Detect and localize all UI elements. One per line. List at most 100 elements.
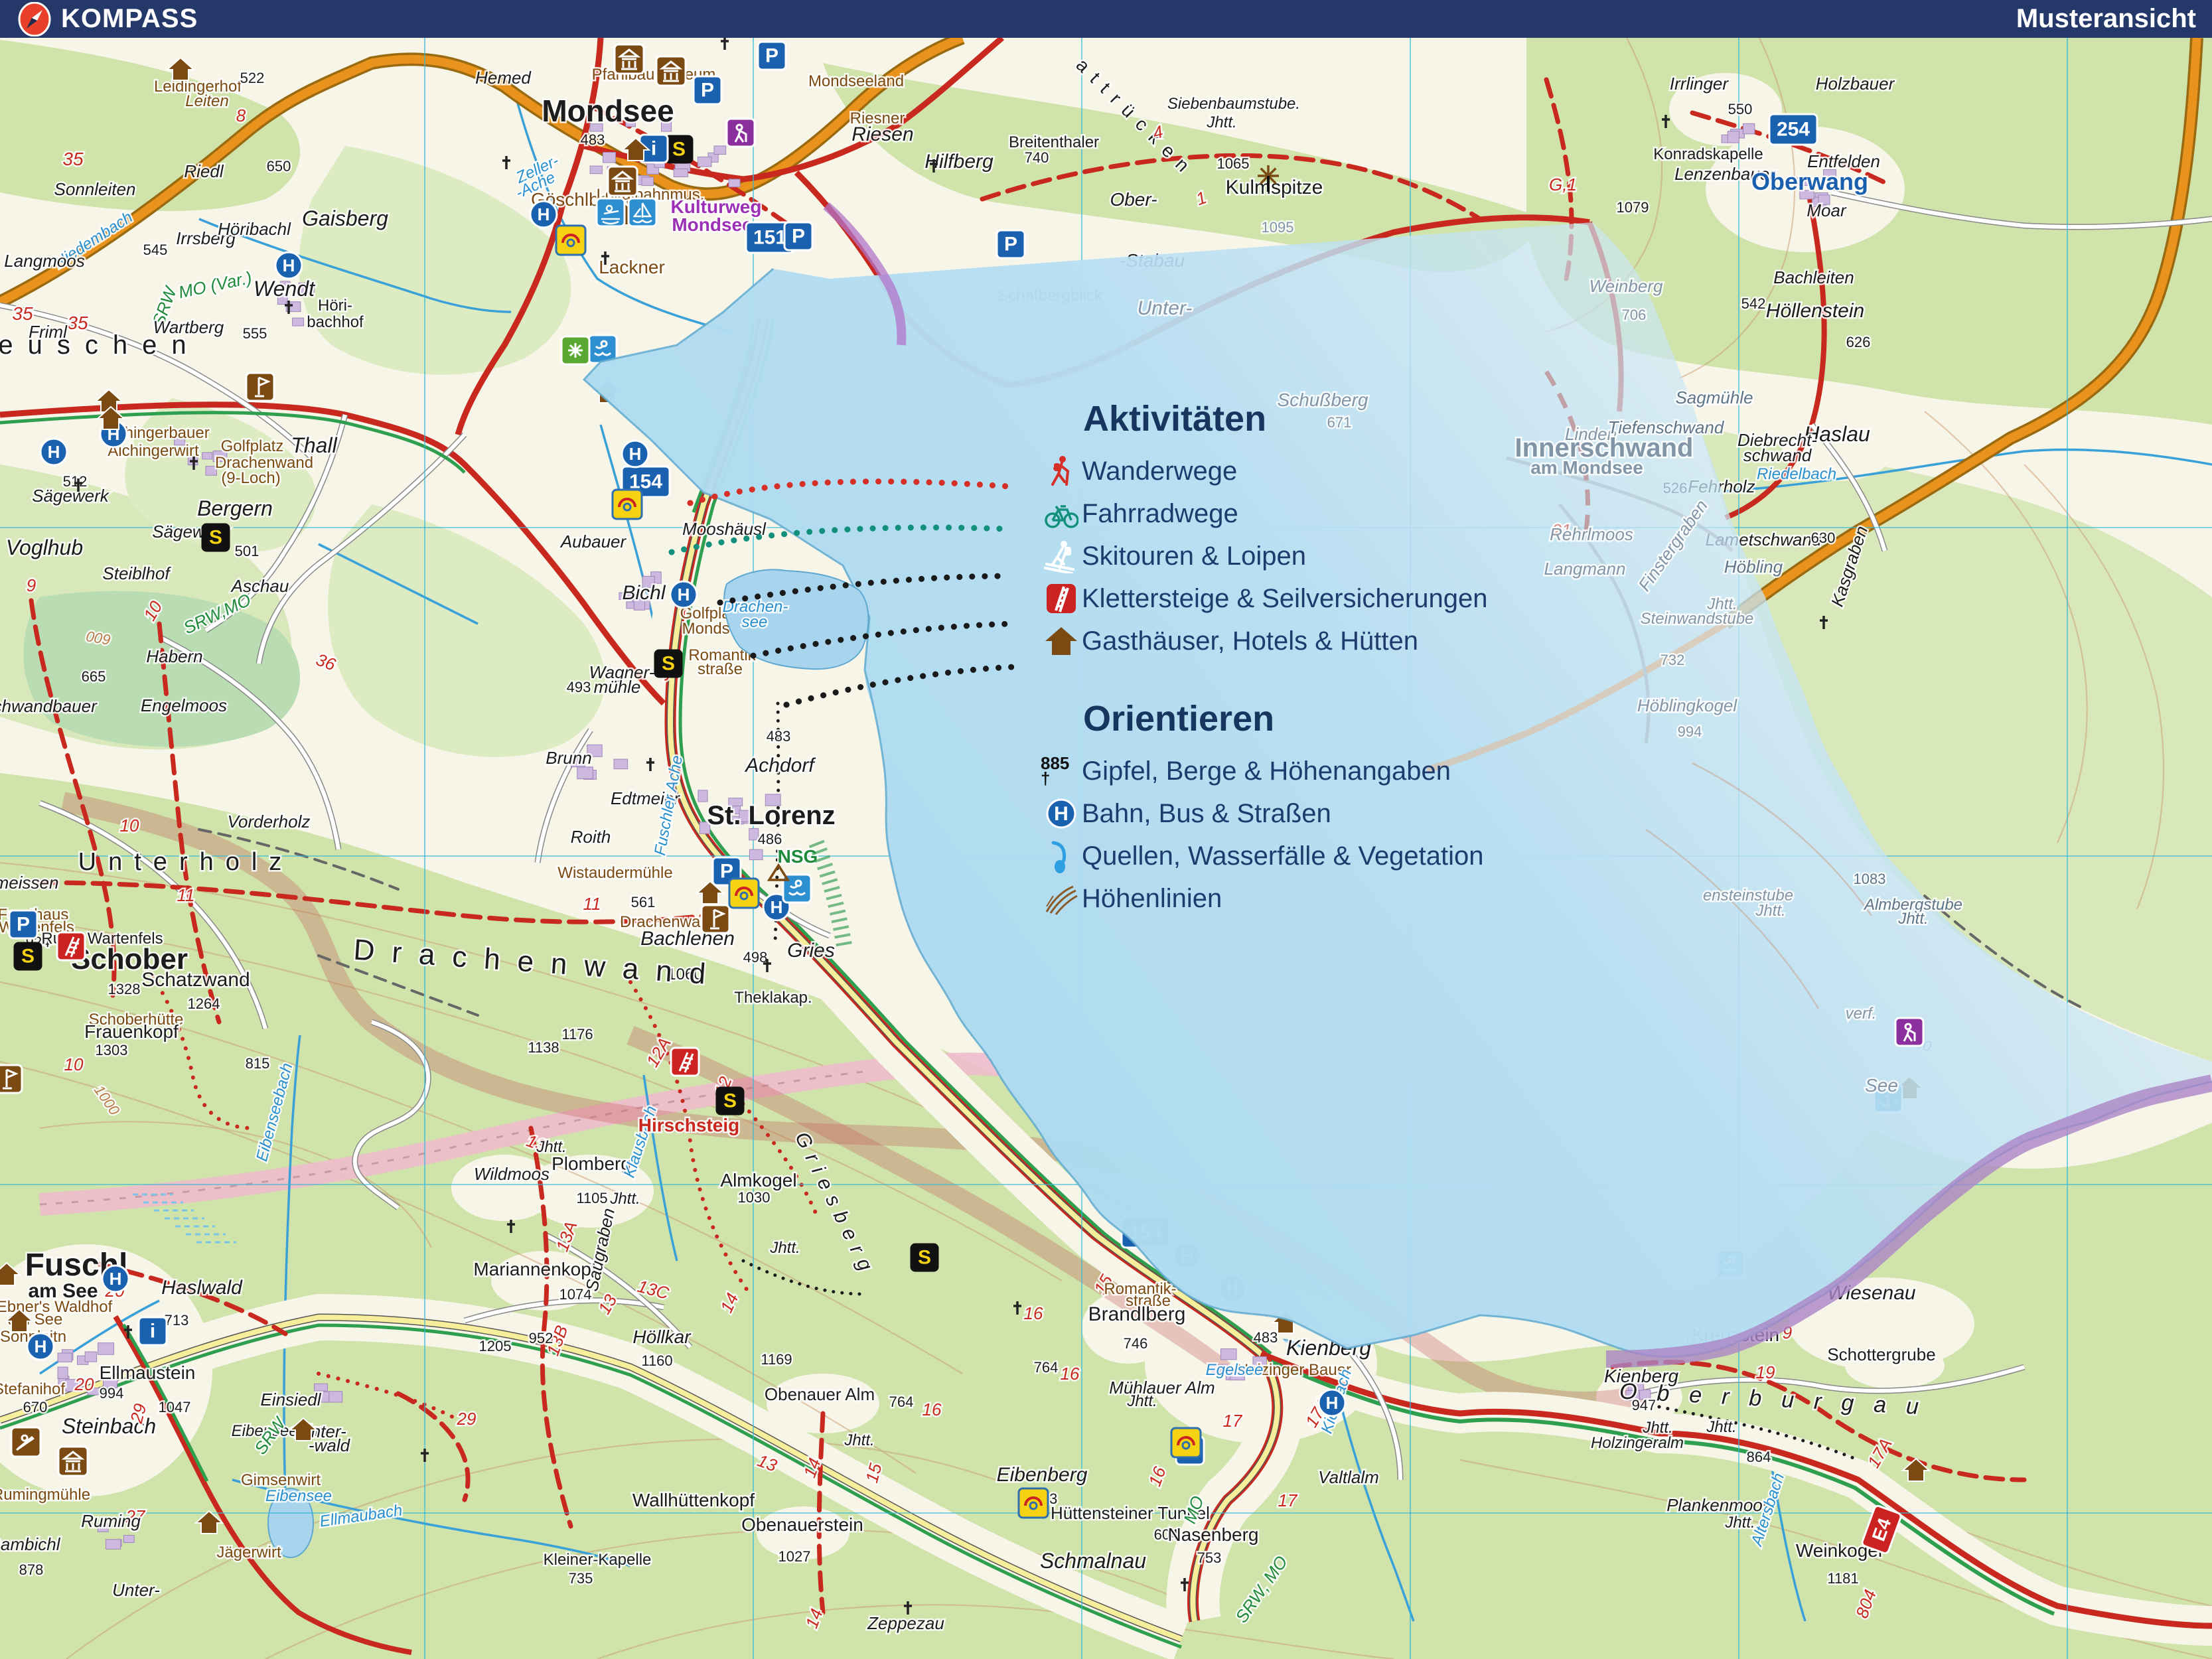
svg-text:P: P [701, 80, 714, 102]
building [714, 146, 726, 155]
map-label: Vorderholz [228, 812, 311, 831]
map-label: Voglhub [6, 536, 83, 559]
golf-icon [0, 1065, 22, 1093]
map-label: 1079 [1617, 199, 1649, 216]
P-icon: P [997, 230, 1025, 258]
map-label: Entfelden [1807, 151, 1880, 171]
building [590, 166, 602, 174]
map-label: Brunn [546, 748, 591, 768]
map-label: Wallhüttenkopf [632, 1490, 755, 1510]
map-label: G,1 [1549, 175, 1577, 194]
map-label: 706 [1622, 307, 1647, 323]
building [58, 1353, 72, 1362]
golf-icon [701, 905, 729, 933]
map-label: 1138 [528, 1039, 559, 1056]
map-label: 1176 [561, 1026, 593, 1043]
map-label: 20 [74, 1374, 94, 1394]
map-label: 1264 [188, 995, 220, 1012]
H-icon: H [670, 581, 697, 608]
map-label: Steiblhof [102, 563, 171, 583]
map-label: 561 [631, 894, 656, 910]
map-label: Höbling [1724, 557, 1783, 577]
map-label: 1328 [108, 981, 141, 997]
map-label: 483 [1254, 1329, 1278, 1346]
map-label: Langmann [1544, 559, 1626, 579]
map-label: Valtlalm [1318, 1467, 1379, 1487]
golf-icon [246, 373, 274, 401]
map-label: Almkogel [720, 1170, 796, 1190]
P-icon: P [758, 42, 786, 70]
map-label: Konradskapelle [1653, 145, 1763, 163]
map-label: Rumingmühle [0, 1486, 90, 1504]
map-label: Leiten [185, 92, 228, 110]
svg-text:H: H [538, 204, 550, 224]
svg-text:H: H [629, 444, 642, 464]
map-label: Aubauer [559, 532, 627, 551]
H-icon: H [102, 1265, 129, 1292]
map-label: Sägewerk [32, 486, 110, 506]
map-label: Lackner [599, 257, 665, 277]
map-label: Bachleiten [1773, 267, 1854, 287]
map-label: Sagmühle [1675, 388, 1753, 407]
map-label: Haslwald [161, 1277, 243, 1299]
map-label: Golfplatz [221, 437, 284, 455]
climb-icon [671, 1048, 699, 1076]
peak-icon: 885 † [1041, 756, 1082, 787]
P-icon: P [9, 910, 37, 938]
map-label: 29 [457, 1409, 477, 1429]
horn-icon [1019, 1488, 1048, 1518]
map-label: Steinwandstube [1641, 610, 1754, 628]
map-label: Mondsee [542, 94, 674, 128]
legend-item-hstop: HBahn, Bus & Straßen [1041, 792, 1484, 835]
map-label: Jhtt. [1706, 1418, 1736, 1436]
map-label: Breitenthaler [1009, 133, 1099, 151]
map-label: 746 [1124, 1335, 1148, 1352]
map-label: 994 [100, 1385, 124, 1402]
hikep-icon [1895, 1018, 1923, 1046]
map-label: Wildmoos [474, 1164, 550, 1184]
map-label: 1095 [1262, 219, 1294, 236]
building [98, 1343, 114, 1355]
bike-icon [1041, 496, 1082, 531]
map-label: 483 [581, 131, 605, 148]
S-icon: S [717, 1088, 743, 1114]
map-label: Jhtt. [769, 1239, 800, 1257]
map-label: (9-Loch) [221, 469, 280, 487]
map-label: 626 [1846, 334, 1871, 350]
building [698, 157, 711, 167]
map-label: 1083 [1854, 871, 1886, 887]
map-label: Jägerwirt [216, 1544, 281, 1561]
building [202, 453, 212, 459]
map-label: Hemed [475, 68, 532, 88]
map-label: Unter- [1138, 297, 1193, 319]
map-label: Holzingeralm [1591, 1434, 1684, 1452]
museum-icon [656, 56, 686, 86]
map-label: 753 [1197, 1550, 1222, 1566]
map-label: 35 [62, 149, 84, 169]
climb-icon [57, 932, 85, 960]
shield-icon: 254 [1769, 114, 1817, 145]
svg-text:i: i [150, 1321, 155, 1342]
H-icon: H [275, 252, 302, 279]
S-icon: S [202, 524, 229, 551]
svg-text:S: S [918, 1247, 931, 1269]
H-icon: H [40, 439, 67, 465]
map-label: Unterholz [78, 848, 294, 876]
H-icon: H [27, 1333, 54, 1360]
legend-item-ladder: Klettersteige & Seilversicherungen [1041, 577, 1487, 620]
svg-text:S: S [662, 653, 675, 675]
map-label: mühle [594, 677, 641, 697]
map-label: 864 [1747, 1449, 1771, 1465]
H-icon: H [622, 441, 648, 467]
P-icon: P [784, 222, 812, 250]
map-label: Riedelbach [1757, 465, 1836, 483]
play-icon [561, 336, 589, 364]
brand-name: KOMPASS [61, 4, 198, 34]
map-label: 17 [1223, 1411, 1243, 1431]
svg-text:H: H [1054, 803, 1069, 825]
map-label: Plomberg [552, 1153, 631, 1174]
map-label: Bergern [197, 496, 273, 520]
hiker-icon [1041, 454, 1082, 488]
map-label: Wistaudermühle [557, 864, 672, 882]
svg-text:H: H [35, 1336, 47, 1356]
